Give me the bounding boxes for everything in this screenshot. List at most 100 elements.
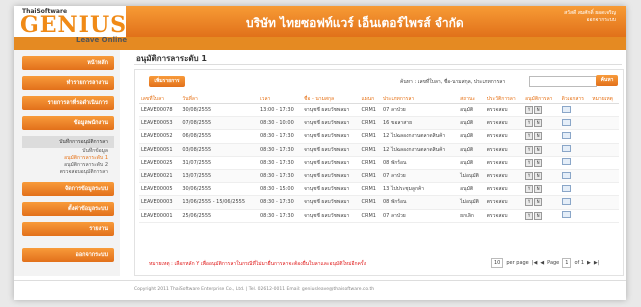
approve-n-checkbox[interactable]: N bbox=[534, 119, 543, 128]
history-link[interactable]: ตรวจสอบ bbox=[484, 156, 524, 170]
approve-y-checkbox[interactable]: Y bbox=[525, 119, 534, 128]
sidebar-item-logout[interactable]: ออกจากระบบ bbox=[22, 248, 114, 262]
approve-y-checkbox[interactable]: Y bbox=[525, 211, 534, 220]
table-row[interactable]: LEAVE00078 30/08/2555 13:00 - 17:30 จานุชชี… bbox=[139, 103, 619, 118]
search-input[interactable] bbox=[529, 76, 597, 87]
document-icon[interactable] bbox=[561, 145, 571, 153]
approval-status: อนุมัติ bbox=[458, 182, 485, 197]
logout-link[interactable]: ออกจากระบบ bbox=[564, 17, 616, 24]
sidebar-item-settings[interactable]: ตั้งค่าข้อมูลระบบ bbox=[22, 202, 114, 216]
user-info: สวัสดี สมศักดิ์ ยอดเจริญ ออกจากระบบ bbox=[564, 10, 616, 24]
history-link[interactable]: ตรวจสอบ bbox=[484, 129, 524, 144]
sidebar-item-employee[interactable]: ข้อมูลพนักงาน bbox=[22, 116, 114, 130]
history-link[interactable]: ตรวจสอบ bbox=[484, 182, 524, 197]
approve-n-checkbox[interactable]: N bbox=[534, 145, 543, 154]
document-icon[interactable] bbox=[561, 171, 571, 179]
leave-type: 08 พักร้อน bbox=[381, 156, 459, 170]
document-icon[interactable] bbox=[561, 197, 571, 205]
last-page-icon[interactable]: ▶| bbox=[594, 260, 600, 266]
history-link[interactable]: ตรวจสอบ bbox=[484, 116, 524, 131]
sidebar-sub-approve-2[interactable]: อนุมัติการลาระดับ 2 bbox=[22, 162, 114, 169]
document-icon[interactable] bbox=[561, 131, 571, 139]
table-row[interactable]: LEAVE00025 31/07/2555 08:30 - 17:30 จานุชชี… bbox=[139, 156, 619, 170]
leave-date: 03/08/2555 bbox=[180, 143, 258, 157]
history-link[interactable]: ตรวจสอบ bbox=[484, 209, 524, 223]
sidebar-sub-approve-1[interactable]: อนุมัติการลาระดับ 1 bbox=[22, 155, 114, 162]
approve-y-checkbox[interactable]: Y bbox=[525, 132, 534, 141]
history-link[interactable]: ตรวจสอบ bbox=[484, 143, 524, 157]
department: CRM1 bbox=[359, 156, 381, 170]
search-label: ค้นหา : เลขที่ใบลา, ชื่อ-นามสกุล, ประเภท… bbox=[400, 79, 506, 85]
history-link[interactable]: ตรวจสอบ bbox=[484, 169, 524, 184]
col-history[interactable]: ประวัติการลา bbox=[484, 94, 524, 104]
col-type[interactable]: ประเภทการลา bbox=[381, 94, 459, 104]
col-status[interactable]: สถานะ bbox=[458, 94, 485, 104]
approve-n-checkbox[interactable]: N bbox=[534, 158, 543, 167]
approve-n-checkbox[interactable]: N bbox=[534, 211, 543, 220]
note-cell bbox=[590, 182, 619, 197]
col-dept[interactable]: แผนก bbox=[359, 94, 381, 104]
col-doc[interactable]: ดิวเอกสาร bbox=[559, 94, 591, 104]
employee-name: จานุชชี ผลบวัชพลมา bbox=[302, 169, 360, 184]
table-row[interactable]: LEAVE00003 13/06/2555 - 15/06/2555 08:30 -… bbox=[139, 195, 619, 210]
document-icon[interactable] bbox=[561, 158, 571, 166]
leave-no-link[interactable]: LEAVE00051 bbox=[139, 143, 181, 157]
leave-no-link[interactable]: LEAVE00021 bbox=[139, 169, 181, 184]
approve-n-checkbox[interactable]: N bbox=[534, 132, 543, 141]
leave-no-link[interactable]: LEAVE00078 bbox=[139, 103, 181, 118]
sidebar-section-approval[interactable]: บันทึกการอนุมัติการลา bbox=[22, 136, 114, 148]
add-button[interactable]: เพิ่มรายการ bbox=[149, 76, 185, 87]
col-name[interactable]: ชื่อ - นามสกุล bbox=[302, 94, 360, 104]
sidebar-item-manage[interactable]: จัดการข้อมูลระบบ bbox=[22, 182, 114, 196]
first-page-icon[interactable]: |◀ bbox=[532, 260, 538, 266]
document-icon[interactable] bbox=[561, 118, 571, 126]
table-row[interactable]: LEAVE00005 30/06/2555 08:30 - 15:00 จานุชชี… bbox=[139, 182, 619, 197]
leave-date: 06/08/2555 bbox=[180, 129, 258, 144]
document-icon[interactable] bbox=[561, 184, 571, 192]
approve-y-checkbox[interactable]: Y bbox=[525, 172, 534, 181]
approve-y-checkbox[interactable]: Y bbox=[525, 185, 534, 194]
approve-y-checkbox[interactable]: Y bbox=[525, 106, 534, 115]
per-page-select[interactable]: 10 bbox=[491, 258, 504, 268]
col-approve[interactable]: อนุมัติการลา bbox=[523, 94, 560, 104]
col-date[interactable]: วันที่ลา bbox=[180, 94, 258, 104]
table-row[interactable]: LEAVE00052 06/08/2555 08:30 - 17:30 จานุชชี… bbox=[139, 129, 619, 144]
document-icon[interactable] bbox=[561, 105, 571, 113]
col-note[interactable]: หมายเหตุ bbox=[590, 94, 619, 104]
approve-n-checkbox[interactable]: N bbox=[534, 185, 543, 194]
approve-n-checkbox[interactable]: N bbox=[534, 198, 543, 207]
document-icon[interactable] bbox=[561, 211, 571, 219]
sidebar-sub-check[interactable]: ตรวจสอบอนุมัติการลา bbox=[22, 169, 114, 176]
leave-no-link[interactable]: LEAVE00001 bbox=[139, 209, 181, 223]
leave-no-link[interactable]: LEAVE00052 bbox=[139, 129, 181, 144]
page-input[interactable]: 1 bbox=[562, 258, 572, 268]
col-leave-no[interactable]: เลขที่ใบลา bbox=[139, 94, 181, 104]
table-row[interactable]: LEAVE00051 03/08/2555 08:30 - 17:30 จานุชชี… bbox=[139, 143, 619, 157]
history-link[interactable]: ตรวจสอบ bbox=[484, 103, 524, 118]
table-row[interactable]: LEAVE00001 25/06/2555 08:30 - 17:30 จานุชชี… bbox=[139, 209, 619, 223]
table-row[interactable]: LEAVE00053 07/08/2555 08:30 - 10:00 จานุชชี… bbox=[139, 116, 619, 131]
approve-y-checkbox[interactable]: Y bbox=[525, 145, 534, 154]
leave-no-link[interactable]: LEAVE00053 bbox=[139, 116, 181, 131]
approve-y-checkbox[interactable]: Y bbox=[525, 198, 534, 207]
sidebar-item-request-leave[interactable]: ทำรายการลางาน bbox=[22, 76, 114, 90]
search-button[interactable]: ค้นหา bbox=[596, 75, 618, 86]
sidebar-sub-record[interactable]: บันทึกข้อมูล bbox=[22, 148, 114, 155]
approve-n-checkbox[interactable]: N bbox=[534, 106, 543, 115]
approve-y-checkbox[interactable]: Y bbox=[525, 158, 534, 167]
leave-date: 07/08/2555 bbox=[180, 116, 258, 131]
sidebar-item-report[interactable]: รายงาน bbox=[22, 222, 114, 236]
approval-status: อนุมัติ bbox=[458, 143, 485, 157]
sidebar-item-pending[interactable]: รายการลาที่รอดำเนินการ bbox=[22, 96, 114, 110]
next-page-icon[interactable]: ▶ bbox=[587, 260, 591, 266]
table-row[interactable]: LEAVE00021 13/07/2555 08:30 - 17:30 จานุชชี… bbox=[139, 169, 619, 184]
leave-no-link[interactable]: LEAVE00003 bbox=[139, 195, 181, 210]
sidebar-item-home[interactable]: หน้าหลัก bbox=[22, 56, 114, 70]
history-link[interactable]: ตรวจสอบ bbox=[484, 195, 524, 210]
approve-n-checkbox[interactable]: N bbox=[534, 172, 543, 181]
leave-no-link[interactable]: LEAVE00025 bbox=[139, 156, 181, 170]
prev-page-icon[interactable]: ◀ bbox=[540, 260, 544, 266]
col-time[interactable]: เวลา bbox=[257, 94, 302, 104]
leave-no-link[interactable]: LEAVE00005 bbox=[139, 182, 181, 197]
employee-name: จานุชชี ผลบวัชพลมา bbox=[302, 195, 360, 210]
